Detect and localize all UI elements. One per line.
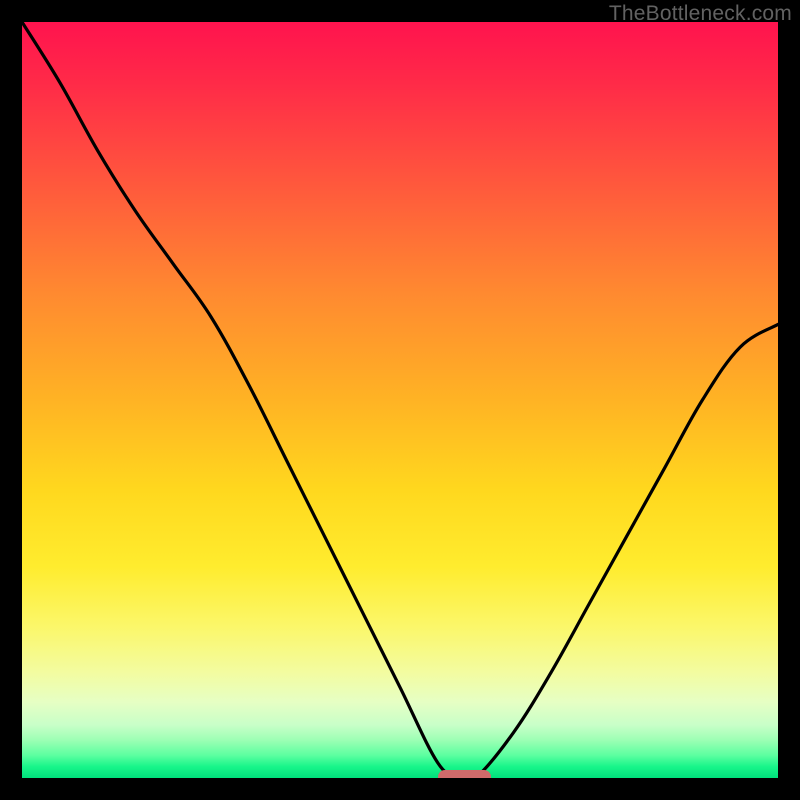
bottleneck-curve-path [22, 22, 778, 778]
bottleneck-curve-svg [22, 22, 778, 778]
plot-area [22, 22, 778, 778]
optimal-range-marker [438, 770, 491, 778]
